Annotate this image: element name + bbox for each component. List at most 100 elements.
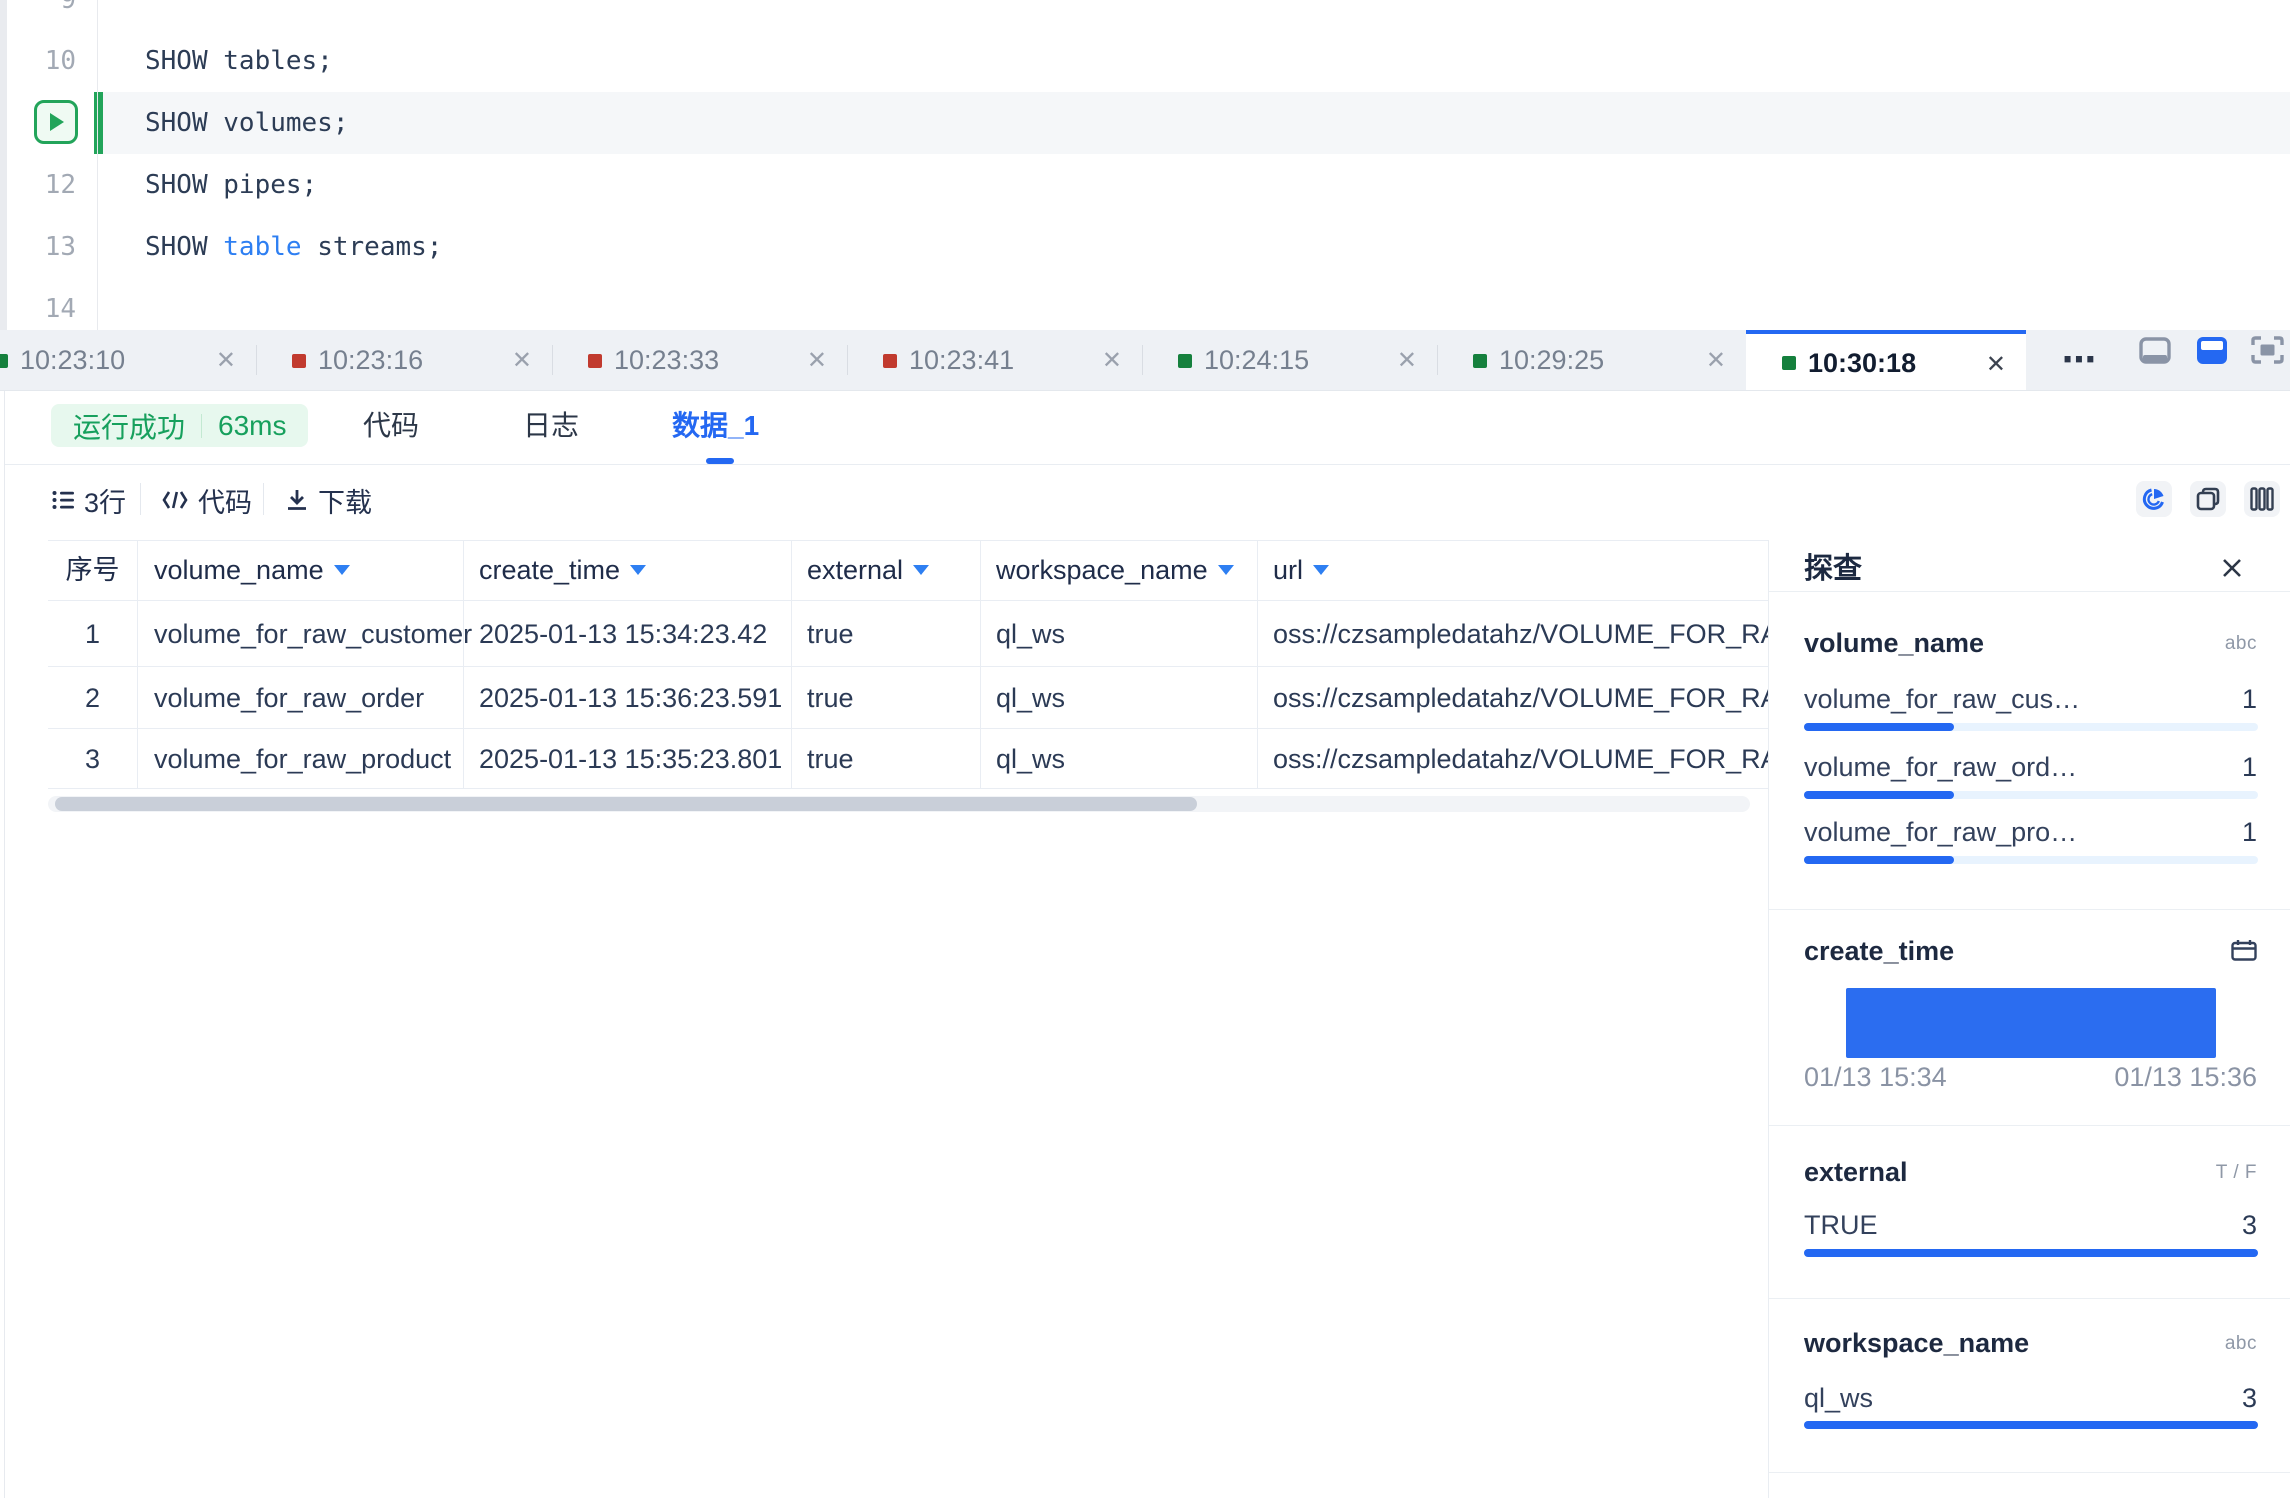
close-tab-icon[interactable]: ✕ bbox=[512, 330, 532, 390]
sort-caret-icon[interactable] bbox=[1313, 565, 1330, 575]
profile-bar-fill bbox=[1804, 1421, 2258, 1429]
tab-code[interactable]: 代码 bbox=[363, 408, 419, 444]
tab-time-label: 10:23:16 bbox=[318, 345, 424, 375]
code-text: streams; bbox=[301, 232, 443, 262]
section-divider bbox=[1769, 909, 2290, 910]
split-layout-icon bbox=[2197, 336, 2227, 364]
cell-create-time: 2025-01-13 15:34:23.42 bbox=[479, 619, 768, 649]
header-volume-name[interactable]: volume_name bbox=[154, 554, 350, 586]
tab-log[interactable]: 日志 bbox=[523, 408, 579, 444]
copy-icon bbox=[2196, 487, 2220, 511]
column-border bbox=[463, 540, 464, 788]
sort-caret-icon[interactable] bbox=[1217, 565, 1234, 575]
error-status-icon bbox=[292, 353, 306, 368]
sort-caret-icon[interactable] bbox=[913, 565, 930, 575]
cell-index: 2 bbox=[84, 683, 101, 713]
horizontal-scrollbar-thumb[interactable] bbox=[55, 797, 1197, 811]
line-number: 14 bbox=[44, 294, 76, 324]
section-divider bbox=[1769, 591, 2290, 592]
fullscreen-icon bbox=[2250, 336, 2284, 364]
code-line-current[interactable]: SHOW volumes; bbox=[145, 107, 349, 139]
tab-time-label: 10:24:15 bbox=[1204, 345, 1310, 375]
result-tab-10-23-16[interactable]: 10:23:16 ✕ bbox=[256, 330, 552, 390]
type-badge-abc: abc bbox=[2224, 1333, 2257, 1354]
create-time-histogram-bar bbox=[1846, 988, 2216, 1058]
close-tab-icon[interactable]: ✕ bbox=[807, 330, 827, 390]
result-tab-bar: 10:23:10 ✕ 10:23:16 ✕ 10:23:33 ✕ 10:23:4… bbox=[0, 330, 2290, 391]
header-workspace-name[interactable]: workspace_name bbox=[996, 554, 1234, 586]
copy-results-button[interactable] bbox=[2190, 481, 2226, 517]
editor-only-layout-button[interactable] bbox=[2138, 335, 2172, 365]
result-tab-10-24-15[interactable]: 10:24:15 ✕ bbox=[1142, 330, 1437, 390]
close-tab-icon[interactable]: ✕ bbox=[1397, 330, 1417, 390]
tab-data-1[interactable]: 数据_1 bbox=[672, 408, 759, 444]
current-line-indicator bbox=[94, 92, 103, 154]
code-line[interactable]: SHOW pipes; bbox=[145, 169, 317, 201]
profile-section-external: external bbox=[1804, 1157, 1908, 1187]
row-count-label: 3行 bbox=[84, 487, 127, 518]
header-label: workspace_name bbox=[996, 555, 1208, 585]
profile-entry-count: 3 bbox=[2241, 1383, 2257, 1413]
code-line[interactable]: SHOW table streams; bbox=[145, 231, 442, 263]
close-tab-icon[interactable]: ✕ bbox=[1986, 334, 2006, 390]
split-layout-button[interactable] bbox=[2195, 335, 2229, 365]
cell-create-time: 2025-01-13 15:35:23.801 bbox=[479, 744, 783, 774]
header-label: external bbox=[807, 555, 904, 585]
success-status-icon bbox=[1473, 353, 1487, 368]
cell-url: oss://czsampledatahz/VOLUME_FOR_RAW_CUST… bbox=[1273, 619, 1768, 649]
cell-workspace-name: ql_ws bbox=[996, 744, 1066, 774]
line-number: 13 bbox=[44, 232, 76, 262]
download-button[interactable]: 下载 bbox=[286, 478, 372, 522]
result-tab-10-30-18-active[interactable]: 10:30:18 ✕ bbox=[1746, 330, 2026, 390]
result-tab-10-23-33[interactable]: 10:23:33 ✕ bbox=[552, 330, 847, 390]
success-status-icon bbox=[0, 353, 8, 368]
profile-bar bbox=[1804, 1421, 2258, 1429]
view-code-button[interactable]: 代码 bbox=[162, 478, 252, 522]
close-panel-button[interactable] bbox=[2217, 553, 2247, 583]
column-view-button[interactable] bbox=[2244, 481, 2280, 517]
close-tab-icon[interactable]: ✕ bbox=[1706, 330, 1726, 390]
header-url[interactable]: url bbox=[1273, 554, 1330, 586]
header-create-time[interactable]: create_time bbox=[479, 554, 647, 586]
profile-entry-label: volume_for_raw_ord… bbox=[1804, 752, 2078, 782]
profile-bar bbox=[1804, 856, 2258, 864]
result-tab-10-23-41[interactable]: 10:23:41 ✕ bbox=[847, 330, 1142, 390]
profile-chart-button[interactable] bbox=[2136, 481, 2172, 517]
sort-caret-icon[interactable] bbox=[333, 565, 350, 575]
run-line-button[interactable] bbox=[34, 100, 78, 144]
result-tab-10-23-10[interactable]: 10:23:10 ✕ bbox=[0, 330, 256, 390]
panel-left-edge bbox=[4, 391, 5, 1498]
profile-entry-label: ql_ws bbox=[1804, 1383, 1874, 1413]
more-tabs-button[interactable]: ⋯ bbox=[2056, 330, 2104, 390]
profile-panel-title: 探查 bbox=[1804, 553, 1863, 585]
cell-volume-name: volume_for_raw_customer bbox=[154, 619, 473, 649]
sort-caret-icon[interactable] bbox=[630, 565, 647, 575]
fullscreen-button[interactable] bbox=[2250, 335, 2284, 365]
table-border bbox=[48, 788, 1768, 789]
header-external[interactable]: external bbox=[807, 554, 930, 586]
code-text: SHOW bbox=[145, 232, 224, 262]
cell-volume-name: volume_for_raw_product bbox=[154, 744, 452, 774]
play-icon bbox=[49, 113, 64, 131]
tab-time-label: 10:23:41 bbox=[909, 345, 1015, 375]
profile-entry-label: volume_for_raw_cus… bbox=[1804, 684, 2081, 714]
range-end-label: 01/13 15:36 bbox=[2114, 1062, 2257, 1092]
header-label: volume_name bbox=[154, 555, 324, 585]
code-editor[interactable]: 9 10 12 13 14 SHOW tables; SHOW volumes;… bbox=[0, 0, 2290, 330]
section-divider bbox=[1769, 1298, 2290, 1299]
error-status-icon bbox=[588, 353, 602, 368]
type-badge-boolean: T / F bbox=[2215, 1162, 2257, 1183]
toolbar-separator bbox=[263, 483, 264, 515]
success-status-icon bbox=[1782, 356, 1796, 370]
column-border bbox=[1257, 540, 1258, 788]
profile-bar-fill bbox=[1804, 856, 1954, 864]
profile-bar-fill bbox=[1804, 723, 1954, 731]
close-tab-icon[interactable]: ✕ bbox=[1102, 330, 1122, 390]
code-line[interactable]: SHOW tables; bbox=[145, 45, 333, 77]
result-tab-10-29-25[interactable]: 10:29:25 ✕ bbox=[1437, 330, 1746, 390]
table-border bbox=[48, 666, 1768, 667]
profile-section-create-time: create_time bbox=[1804, 936, 1955, 966]
close-tab-icon[interactable]: ✕ bbox=[216, 330, 236, 390]
current-line-highlight bbox=[98, 92, 2290, 154]
column-border bbox=[791, 540, 792, 788]
